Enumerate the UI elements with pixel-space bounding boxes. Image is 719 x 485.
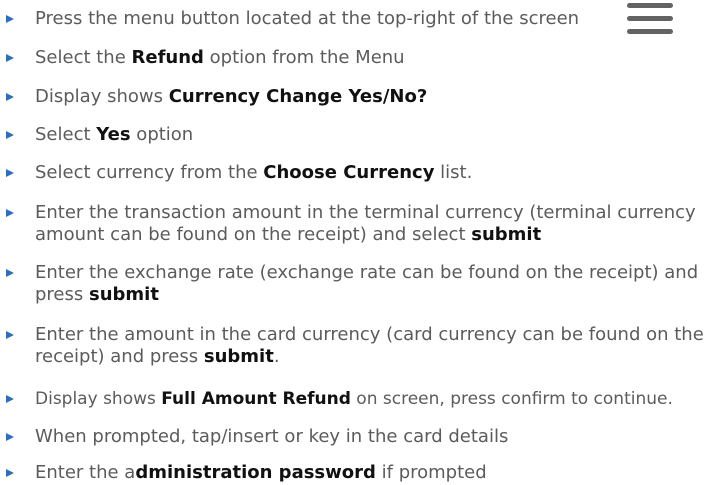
step-text-part: .: [273, 346, 280, 367]
step-text-part: option from the Menu: [203, 47, 405, 68]
step-text: Enter the amount in the card currency (c…: [35, 324, 719, 368]
step-text-part: option: [130, 124, 194, 145]
step-text: Display shows Full Amount Refund on scre…: [35, 388, 673, 410]
step-text: Enter the exchange rate (exchange rate c…: [35, 262, 719, 306]
step-text-part: Enter the amount in the card currency (c…: [35, 324, 704, 367]
step-text-part: Enter the transaction amount in the term…: [35, 202, 696, 245]
step-text: Select the Refund option from the Menu: [35, 47, 405, 69]
triangle-bullet-icon: [6, 169, 14, 177]
step-text-part: if prompted: [375, 462, 487, 483]
step-text: Select Yes option: [35, 124, 193, 146]
step-keyword: submit: [203, 346, 274, 367]
step-text-part: Display shows: [35, 389, 162, 409]
step-keyword: Yes: [96, 124, 131, 145]
step-keyword: submit: [88, 284, 159, 305]
step-text-part: Enter the a: [35, 462, 136, 483]
step-keyword: dministration password: [135, 462, 376, 483]
triangle-bullet-icon: [6, 269, 14, 277]
step-keyword: Currency Change Yes/No?: [168, 86, 428, 107]
step-text-part: list.: [434, 162, 473, 183]
triangle-bullet-icon: [6, 395, 14, 403]
triangle-bullet-icon: [6, 331, 14, 339]
step-text: Enter the transaction amount in the term…: [35, 202, 719, 246]
step-text: Select currency from the Choose Currency…: [35, 162, 472, 184]
step-text: Display shows Currency Change Yes/No?: [35, 86, 427, 108]
menu-icon-bar: [627, 29, 673, 34]
step-text: Press the menu button located at the top…: [35, 8, 580, 29]
step-text-part: Select: [35, 124, 97, 145]
step-text: Enter the administration password if pro…: [35, 462, 487, 484]
step-keyword: submit: [471, 224, 542, 245]
step-text-part: Select the: [35, 47, 132, 68]
step-text-part: Select currency from the: [35, 162, 264, 183]
step-keyword: Full Amount Refund: [161, 389, 351, 409]
step-keyword: Choose Currency: [263, 162, 435, 183]
step-text-part: Display shows: [35, 86, 169, 107]
step-text-part: on screen, press confirm to continue.: [350, 389, 673, 409]
menu-icon-bar: [627, 16, 673, 21]
triangle-bullet-icon: [6, 54, 14, 62]
step-text: When prompted, tap/insert or key in the …: [35, 426, 509, 447]
triangle-bullet-icon: [6, 15, 14, 23]
menu-icon-bar: [627, 3, 673, 8]
hamburger-menu-icon: [627, 3, 673, 35]
triangle-bullet-icon: [6, 469, 14, 477]
triangle-bullet-icon: [6, 433, 14, 441]
triangle-bullet-icon: [6, 131, 14, 139]
triangle-bullet-icon: [6, 93, 14, 101]
triangle-bullet-icon: [6, 209, 14, 217]
step-keyword: Refund: [131, 47, 204, 68]
